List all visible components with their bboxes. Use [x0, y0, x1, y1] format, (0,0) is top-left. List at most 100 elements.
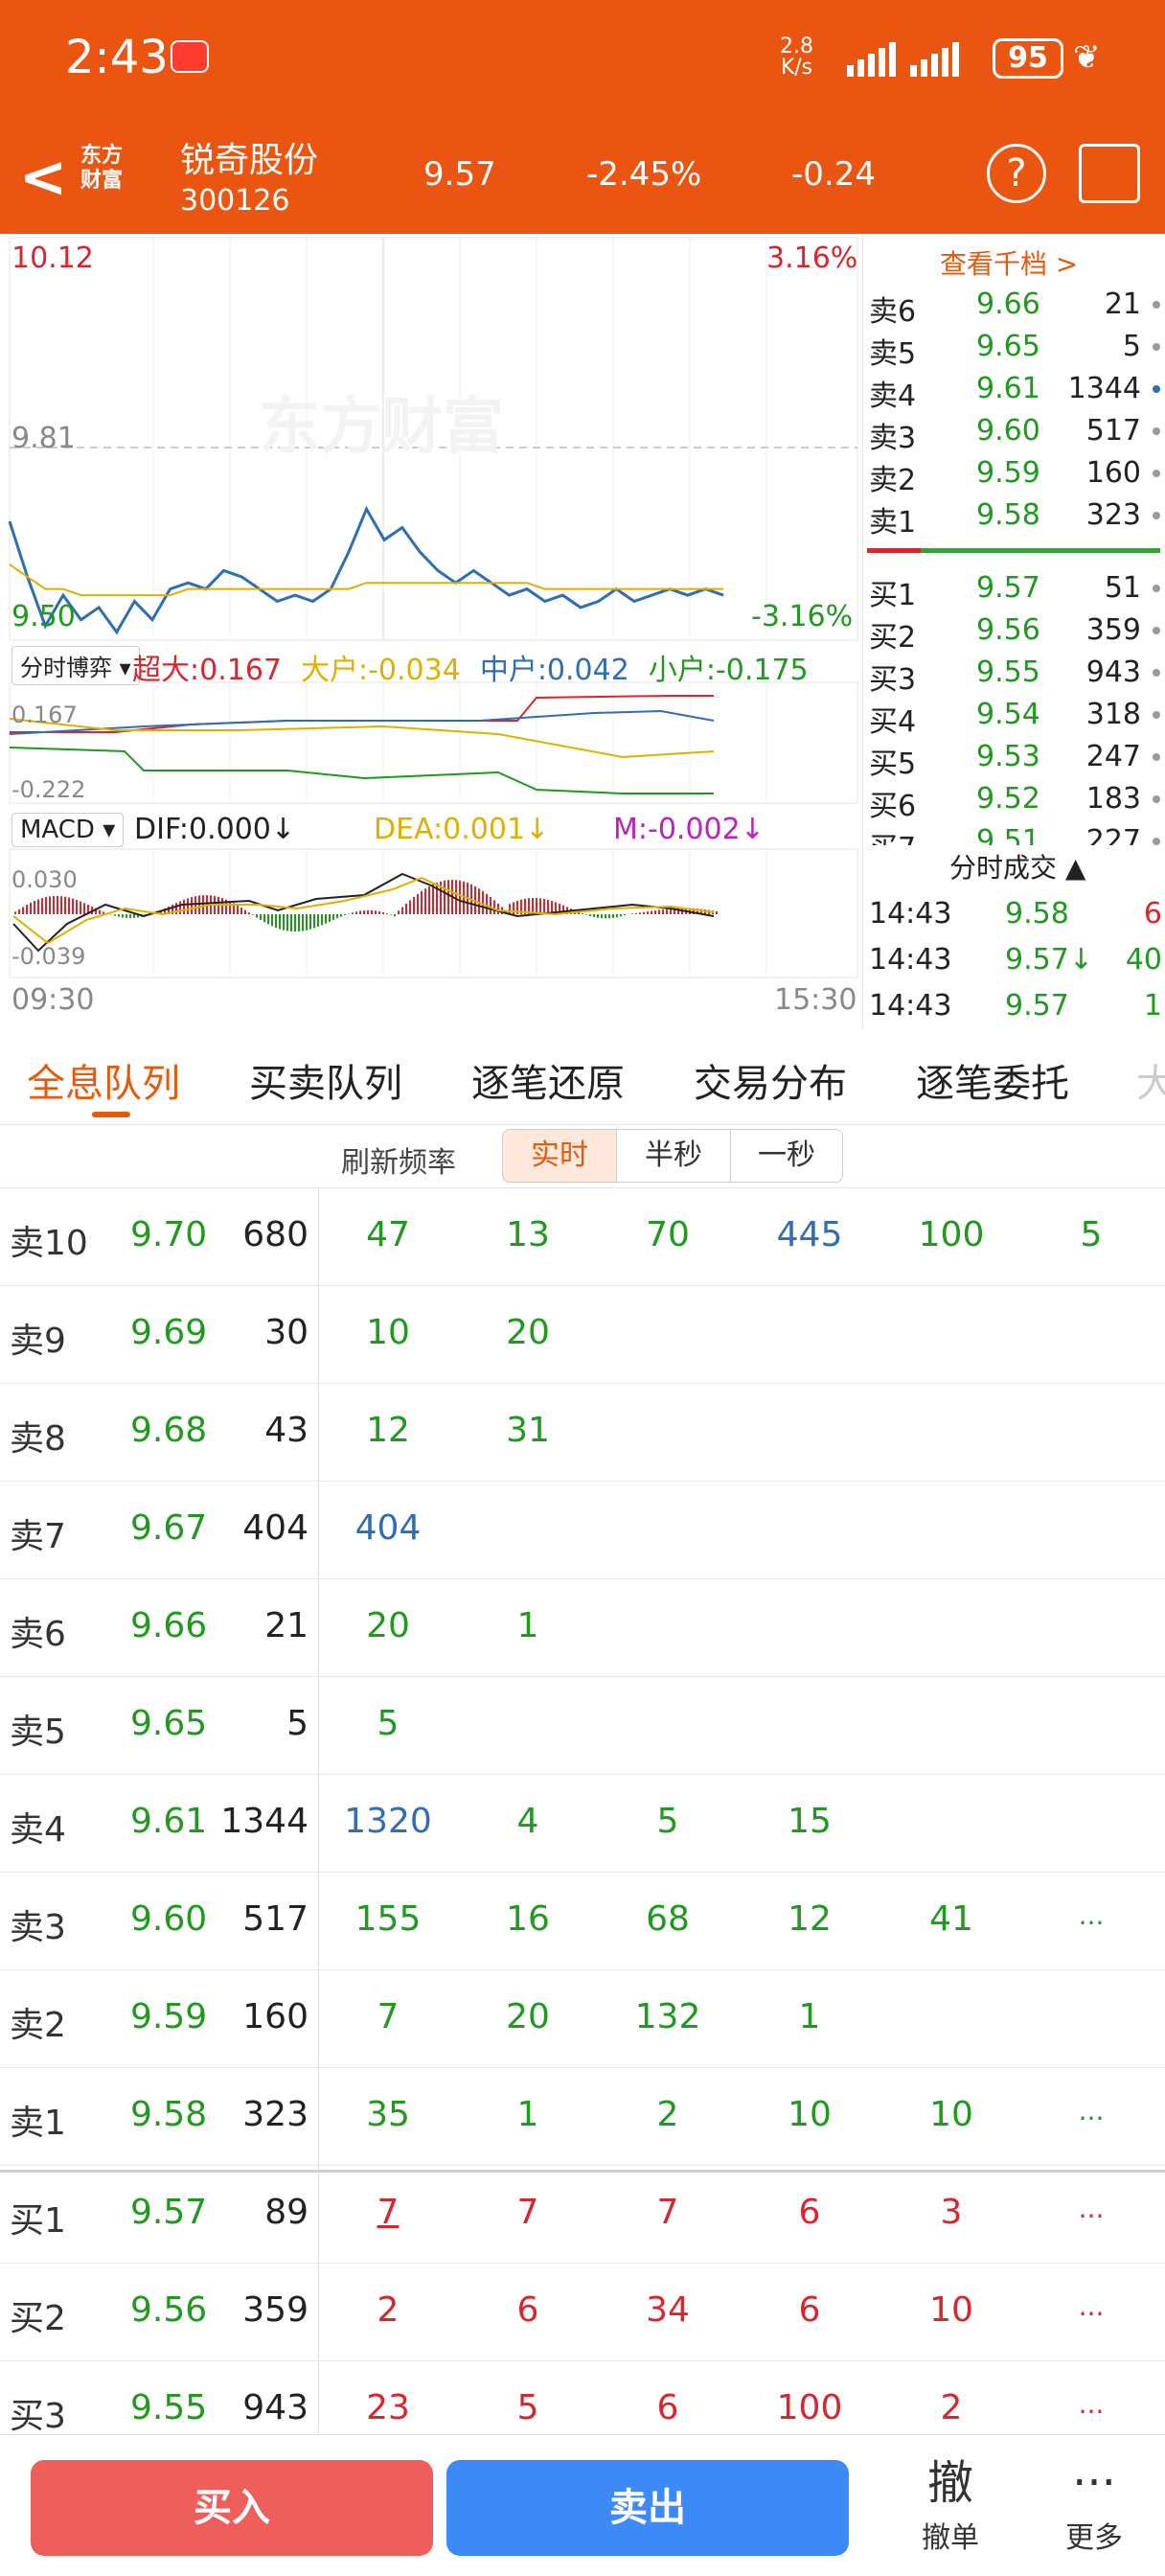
queue-row[interactable]: 卖3 9.60 517 155 16 68 12 41...: [0, 1873, 1165, 1970]
bids-row[interactable]: 买5 9.53 247: [869, 736, 1162, 781]
refresh-halfsecond-button[interactable]: 半秒: [616, 1129, 731, 1183]
bids-row[interactable]: 买7 9.51 227: [869, 820, 1162, 845]
status-bar: 2:43 2.8 K/s 95 ❦: [0, 0, 1165, 115]
queue-row[interactable]: 卖6 9.66 21 20 1: [0, 1579, 1165, 1677]
bids-price: 9.52: [976, 782, 1040, 816]
trade-volume: 6: [1143, 897, 1162, 931]
help-icon[interactable]: ?: [987, 144, 1046, 203]
bids-row[interactable]: 买2 9.56 359: [869, 610, 1162, 655]
queue-row[interactable]: 卖5 9.65 5 5: [0, 1677, 1165, 1775]
tab-5[interactable]: 大: [1136, 1052, 1165, 1108]
queue-order-cell: 6: [798, 2193, 821, 2232]
queue-order-cell: 2: [940, 2388, 963, 2427]
queue-level: 卖9: [10, 1322, 66, 1361]
macd-legend-item: M:-0.002↓: [613, 813, 765, 846]
queue-order-cell: 100: [776, 2388, 843, 2427]
queue-order-cell: 12: [788, 1899, 832, 1939]
queue-order-cell: 132: [634, 1997, 701, 2036]
queue-price: 9.57: [130, 2193, 208, 2232]
queue-row[interactable]: 卖2 9.59 160 7 20 132 1: [0, 1970, 1165, 2068]
bids-level: 买6: [869, 790, 917, 823]
flow-top-label: 0.167: [11, 702, 78, 728]
bids-volume: 943: [1085, 656, 1141, 689]
leaf-icon: ❦: [1073, 38, 1101, 77]
queue-order-cell: 7: [656, 2193, 679, 2232]
macd-selector[interactable]: MACD ▾: [11, 813, 125, 847]
status-dot-icon: [1153, 669, 1160, 677]
buy-button[interactable]: 买入: [31, 2460, 433, 2556]
cancel-order-button[interactable]: 撤撤单: [902, 2452, 998, 2556]
queue-level: 卖2: [10, 2006, 66, 2045]
stock-code: 300126: [180, 184, 290, 218]
queue-row[interactable]: 买1 9.57 89 7 7 7 6 3...: [0, 2166, 1165, 2264]
trade-price: 9.57↓: [1005, 943, 1093, 977]
queue-table[interactable]: 卖10 9.70 680 47 13 70 445 100 5 卖9 9.69 30 10 20 卖8 9.6…: [0, 1188, 1165, 2434]
queue-order-cell: 155: [354, 1899, 422, 1939]
bids-level: 买7: [869, 824, 916, 845]
tab-4[interactable]: 逐笔委托: [916, 1052, 1069, 1108]
queue-order-cell: 16: [506, 1899, 550, 1939]
bids-row[interactable]: 买4 9.54 318: [869, 694, 1162, 739]
queue-price: 9.66: [130, 1606, 208, 1645]
queue-order-cell: 35: [366, 2095, 410, 2134]
queue-level: 卖3: [10, 1908, 66, 1947]
bids-price: 9.55: [976, 656, 1040, 689]
bids-row[interactable]: 买1 9.57 51: [869, 567, 1162, 612]
tab-bar: 全息队列 买卖队列 逐笔还原 交易分布 逐笔委托 大: [0, 1029, 1165, 1125]
queue-order-cell: 20: [506, 1997, 550, 2036]
trade-row: 14:43 9.58 6: [869, 897, 1162, 939]
bids-row[interactable]: 买3 9.55 943: [869, 652, 1162, 697]
stock-name[interactable]: 锐奇股份: [180, 132, 318, 182]
bids-volume: 51: [1104, 571, 1141, 605]
watermark: 东方财富: [259, 392, 504, 463]
queue-volume: 21: [264, 1606, 308, 1645]
chart-svg: [8, 237, 858, 978]
tab-2[interactable]: 逐笔还原: [471, 1052, 625, 1108]
queue-order-cell: 6: [516, 2290, 539, 2330]
queue-row[interactable]: 卖9 9.69 30 10 20: [0, 1286, 1165, 1384]
queue-order-cell: 1: [516, 2095, 539, 2134]
queue-row[interactable]: 卖7 9.67 404 404: [0, 1482, 1165, 1579]
refresh-onesecond-button[interactable]: 一秒: [730, 1129, 843, 1183]
trade-price: 9.57: [1005, 989, 1069, 1023]
queue-row[interactable]: 卖8 9.68 43 12 31: [0, 1384, 1165, 1482]
tab-3[interactable]: 交易分布: [694, 1052, 847, 1108]
queue-order-cell: 445: [776, 1215, 843, 1254]
queue-price: 9.59: [130, 1997, 208, 2036]
queue-row[interactable]: 卖10 9.70 680 47 13 70 445 100 5: [0, 1188, 1165, 1286]
queue-order-cell: 41: [929, 1899, 973, 1939]
flow-selector[interactable]: 分时博弈 ▾: [11, 646, 140, 685]
queue-order-cell: 2: [377, 2290, 400, 2330]
bids-price: 9.57: [976, 571, 1040, 605]
refresh-realtime-button[interactable]: 实时: [502, 1129, 617, 1183]
intraday-chart-panel[interactable]: 10.12 3.16% 9.81 东方财富 9.50 -3.16% 分时博弈 ▾…: [0, 234, 862, 1029]
queue-volume: 680: [242, 1215, 308, 1254]
queue-level: 买1: [10, 2201, 66, 2241]
queue-order-cell: 3: [940, 2193, 963, 2232]
queue-row[interactable]: 卖1 9.58 323 35 1 2 10 10...: [0, 2068, 1165, 2166]
back-icon[interactable]: <: [19, 144, 67, 211]
trade-time: 14:43: [869, 989, 952, 1023]
change-percent: -2.45%: [586, 155, 702, 194]
screen-switch-icon[interactable]: [1079, 144, 1140, 203]
queue-order-cell: 7: [516, 2193, 539, 2232]
queue-volume: 89: [264, 2193, 308, 2232]
tab-0[interactable]: 全息队列: [27, 1052, 180, 1108]
queue-order-cell: 10: [366, 1313, 410, 1352]
queue-order-cell: 15: [788, 1802, 832, 1841]
queue-row[interactable]: 卖4 9.61 1344 1320 4 5 15: [0, 1775, 1165, 1873]
queue-volume: 5: [286, 1704, 308, 1743]
queue-order-cell: ...: [1078, 2193, 1105, 2224]
bids-row[interactable]: 买6 9.52 183: [869, 778, 1162, 823]
tab-1[interactable]: 买卖队列: [249, 1052, 402, 1108]
queue-row[interactable]: 买3 9.55 943 23 5 6 100 2...: [0, 2361, 1165, 2434]
trades-title[interactable]: 分时成交 ▲: [949, 847, 1085, 886]
macd-bottom-label: -0.039: [11, 943, 86, 970]
sell-button[interactable]: 卖出: [446, 2460, 849, 2556]
queue-volume: 323: [242, 2095, 308, 2134]
queue-level: 卖6: [10, 1615, 66, 1654]
more-button[interactable]: ··· 更多: [1046, 2452, 1142, 2556]
queue-volume: 160: [242, 1997, 308, 2036]
status-dot-icon: [1153, 795, 1160, 803]
queue-row[interactable]: 买2 9.56 359 2 6 34 6 10...: [0, 2264, 1165, 2361]
